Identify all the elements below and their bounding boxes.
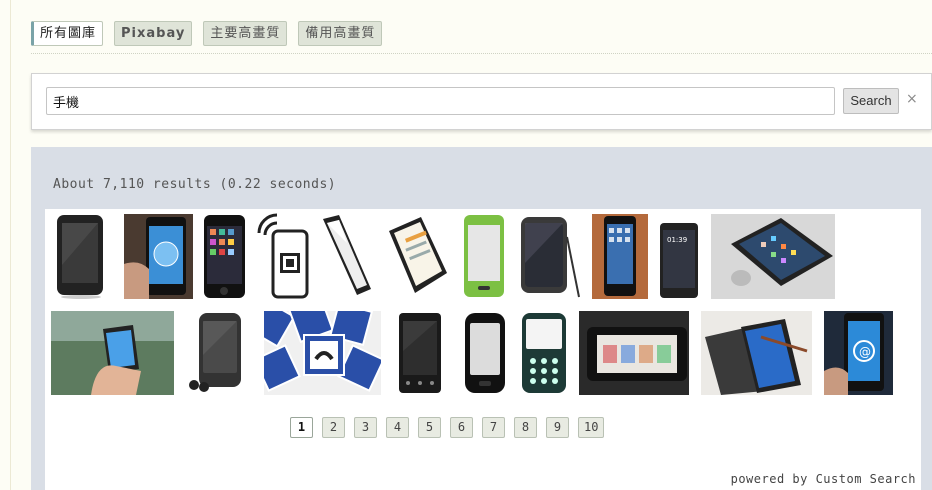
- thumb-hand-holding-iphone-outdoor[interactable]: [51, 311, 174, 395]
- result-count: About 7,110 results (0.22 seconds): [53, 177, 337, 192]
- tab-backup-hd[interactable]: 備用高畫質: [298, 21, 383, 46]
- powered-by-label: powered by Custom Search: [730, 472, 916, 486]
- pagination: 1 2 3 4 5 6 7 8 9 10: [290, 417, 605, 438]
- tab-pixabay[interactable]: Pixabay: [114, 21, 193, 46]
- page-3[interactable]: 3: [354, 417, 377, 438]
- thumb-phone-green-lime[interactable]: [461, 213, 506, 299]
- thumb-black-phone-buttons[interactable]: [396, 311, 451, 395]
- page-10[interactable]: 10: [578, 417, 605, 438]
- page-1[interactable]: 1: [290, 417, 313, 438]
- thumb-phone-wifi-qr[interactable]: [255, 213, 311, 299]
- thumb-iphone-apps[interactable]: [203, 214, 246, 299]
- thumb-hand-holding-phone-email[interactable]: @: [824, 311, 893, 395]
- source-tabs: 所有圖庫 Pixabay 主要高畫質 備用高畫質: [31, 21, 383, 46]
- thumb-iphone-home-screen[interactable]: [592, 214, 648, 299]
- close-icon[interactable]: ×: [906, 91, 918, 107]
- page-6[interactable]: 6: [450, 417, 473, 438]
- svg-text:@: @: [859, 345, 871, 359]
- page-4[interactable]: 4: [386, 417, 409, 438]
- divider: [31, 53, 932, 54]
- thumb-phone-in-hand-globe[interactable]: [124, 214, 193, 299]
- page-9[interactable]: 9: [546, 417, 569, 438]
- thumb-phone-in-flip-case-pen[interactable]: [701, 311, 812, 395]
- thumb-mp3-player-earbuds[interactable]: [187, 311, 244, 395]
- tab-all-galleries[interactable]: 所有圖庫: [31, 21, 104, 46]
- page-2[interactable]: 2: [322, 417, 345, 438]
- page-8[interactable]: 8: [514, 417, 537, 438]
- search-input[interactable]: [46, 87, 835, 115]
- thumb-tablet-stylus[interactable]: [517, 213, 583, 299]
- page-5[interactable]: 5: [418, 417, 441, 438]
- thumb-black-phone-front[interactable]: [463, 311, 508, 395]
- thumb-phone-black-glossy[interactable]: [51, 213, 111, 299]
- search-panel: Search ×: [31, 73, 932, 130]
- thumb-phone-black-slanted[interactable]: [317, 213, 375, 299]
- thumb-phone-landscape-photos[interactable]: [579, 311, 689, 395]
- thumb-tablet-web-page[interactable]: [385, 213, 449, 299]
- tab-main-hd[interactable]: 主要高畫質: [203, 21, 288, 46]
- search-button[interactable]: Search: [843, 88, 899, 114]
- thumb-iphone-on-desk[interactable]: [711, 214, 835, 299]
- svg-text:01:39: 01:39: [667, 236, 687, 244]
- page-7[interactable]: 7: [482, 417, 505, 438]
- thumb-feature-phone-keypad[interactable]: [520, 311, 568, 395]
- thumb-phone-sign-pattern[interactable]: [264, 311, 381, 395]
- thumb-phone-lockscreen-time[interactable]: 01:39: [659, 222, 699, 299]
